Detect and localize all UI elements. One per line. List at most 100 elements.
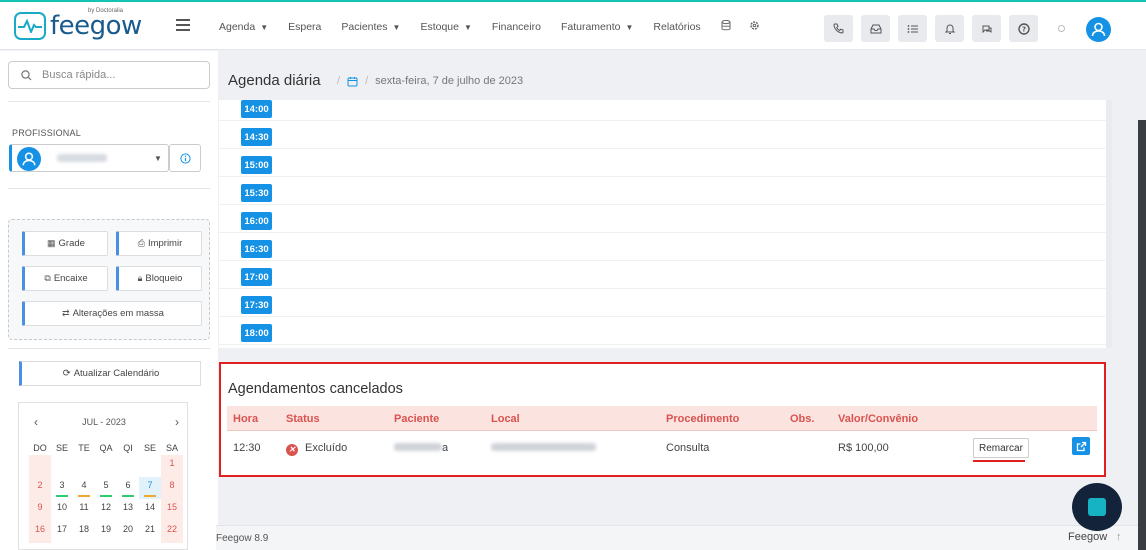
calendar-day-today[interactable]: 7 bbox=[139, 477, 161, 499]
row-hora: 12:30 bbox=[233, 442, 261, 454]
page-title: Agenda diária bbox=[228, 72, 321, 89]
column-hora: Hora bbox=[233, 413, 259, 425]
row-status: ✕ Excluído bbox=[286, 442, 347, 456]
time-slot-label: 14:00 bbox=[241, 100, 272, 118]
calendar-day[interactable]: 5 bbox=[95, 477, 117, 499]
widget-icon bbox=[1088, 498, 1106, 516]
calendar-day[interactable]: 3 bbox=[51, 477, 73, 499]
encaixe-button[interactable]: ⧉ Encaixe bbox=[22, 266, 108, 291]
time-slot-label: 16:30 bbox=[241, 240, 272, 258]
external-link-icon[interactable] bbox=[1072, 437, 1090, 455]
time-slot-label: 17:30 bbox=[241, 296, 272, 314]
mini-calendar: ‹ JUL - 2023 › DO SE TE QA QI SE SA 1 2 … bbox=[18, 402, 188, 550]
nav-relatorios[interactable]: Relatórios bbox=[653, 20, 700, 34]
heartbeat-icon bbox=[14, 12, 46, 40]
calendar-day[interactable]: 18 bbox=[73, 521, 95, 543]
time-slot-label: 18:00 bbox=[241, 324, 272, 342]
phone-icon[interactable] bbox=[824, 15, 853, 42]
calendar-day[interactable]: 20 bbox=[117, 521, 139, 543]
calendar-day[interactable]: 9 bbox=[29, 499, 51, 521]
calendar-day[interactable]: 19 bbox=[95, 521, 117, 543]
top-navbar: feegow by Doctoralia Agenda ▼ Espera Paci… bbox=[0, 2, 1146, 50]
weekday-label: SE bbox=[55, 443, 68, 453]
agenda-timeline: 14:00 14:30 15:00 15:30 16:00 16:30 17:0… bbox=[219, 100, 1112, 348]
row-paciente[interactable]: a bbox=[394, 442, 448, 454]
imprimir-button[interactable]: ⎙ Imprimir bbox=[116, 231, 202, 256]
time-slot[interactable]: 15:30 bbox=[219, 177, 1106, 205]
help-icon[interactable]: ? bbox=[1009, 15, 1038, 42]
nav-agenda[interactable]: Agenda ▼ bbox=[219, 20, 268, 34]
bloqueio-button[interactable]: 🔒︎ Bloqueio bbox=[116, 266, 202, 291]
gear-icon[interactable] bbox=[749, 20, 760, 34]
time-slot[interactable]: 16:30 bbox=[219, 233, 1106, 261]
nav-espera[interactable]: Espera bbox=[288, 20, 321, 34]
time-slot[interactable]: 14:30 bbox=[219, 121, 1106, 149]
calendar-day bbox=[29, 455, 51, 477]
calendar-day[interactable]: 21 bbox=[139, 521, 161, 543]
time-slot[interactable]: 14:00 bbox=[219, 100, 1106, 121]
nav-estoque[interactable]: Estoque ▼ bbox=[420, 20, 471, 34]
menu-toggle-icon[interactable] bbox=[176, 19, 190, 34]
info-icon[interactable] bbox=[169, 144, 201, 172]
user-avatar[interactable] bbox=[1086, 17, 1111, 42]
calendar-day[interactable]: 4 bbox=[73, 477, 95, 499]
feegow-logo[interactable]: feegow by Doctoralia bbox=[14, 8, 142, 40]
agenda-scrollbar[interactable] bbox=[1106, 100, 1112, 348]
nav-pacientes[interactable]: Pacientes ▼ bbox=[341, 20, 400, 34]
column-procedimento: Procedimento bbox=[666, 413, 740, 425]
inbox-icon[interactable] bbox=[861, 15, 890, 42]
calendar-day[interactable]: 17 bbox=[51, 521, 73, 543]
nav-financeiro[interactable]: Financeiro bbox=[492, 20, 541, 34]
calendar-day[interactable]: 6 bbox=[117, 477, 139, 499]
weekday-label: QA bbox=[99, 443, 113, 453]
professional-avatar bbox=[17, 147, 41, 171]
list-icon[interactable] bbox=[898, 15, 927, 42]
calendar-day bbox=[73, 455, 95, 477]
search-icon bbox=[21, 69, 32, 80]
search-input[interactable]: Busca rápida... bbox=[8, 61, 210, 89]
lock-icon: 🔒︎ bbox=[137, 273, 143, 283]
time-slot-label: 14:30 bbox=[241, 128, 272, 146]
calendar-day[interactable]: 10 bbox=[51, 499, 73, 521]
nav-faturamento[interactable]: Faturamento ▼ bbox=[561, 20, 633, 34]
printer-icon: ⎙ bbox=[137, 238, 145, 248]
chat-widget-button[interactable] bbox=[1072, 483, 1122, 531]
chevron-down-icon: ▼ bbox=[392, 22, 401, 32]
alteracoes-em-massa-button[interactable]: ⇄ Alterações em massa bbox=[22, 301, 202, 326]
atualizar-calendario-button[interactable]: ⟳ Atualizar Calendário bbox=[19, 361, 201, 386]
profissional-select[interactable]: ▼ bbox=[9, 144, 169, 172]
grade-button[interactable]: ▦ Grade bbox=[22, 231, 108, 256]
calendar-day[interactable]: 12 bbox=[95, 499, 117, 521]
bell-icon[interactable] bbox=[935, 15, 964, 42]
location-redacted bbox=[491, 443, 596, 451]
calendar-day[interactable]: 8 bbox=[161, 477, 183, 499]
chevron-down-icon: ▼ bbox=[625, 22, 634, 32]
time-slot[interactable]: 17:30 bbox=[219, 289, 1106, 317]
calendar-day[interactable]: 15 bbox=[161, 499, 183, 521]
chat-icon[interactable] bbox=[972, 15, 1001, 42]
time-slot[interactable]: 16:00 bbox=[219, 205, 1106, 233]
time-slot[interactable]: 17:00 bbox=[219, 261, 1106, 289]
calendar-day[interactable]: 22 bbox=[161, 521, 183, 543]
arrow-up-icon[interactable]: ↑ bbox=[1116, 531, 1122, 543]
time-slot[interactable]: 18:00 bbox=[219, 317, 1106, 345]
calendar-day[interactable]: 14 bbox=[139, 499, 161, 521]
chevron-right-icon[interactable]: › bbox=[175, 415, 179, 429]
search-placeholder: Busca rápida... bbox=[42, 69, 116, 81]
calendar-day[interactable]: 1 bbox=[161, 455, 183, 477]
database-icon[interactable] bbox=[721, 19, 731, 34]
row-local bbox=[491, 442, 596, 454]
calendar-day[interactable]: 16 bbox=[29, 521, 51, 543]
sidebar: Busca rápida... PROFISSIONAL ▼ ▦ Grade ⎙ I… bbox=[0, 51, 218, 550]
cancelled-heading: Agendamentos cancelados bbox=[228, 381, 403, 397]
column-paciente: Paciente bbox=[394, 413, 440, 425]
time-slot[interactable]: 15:00 bbox=[219, 149, 1106, 177]
calendar-day[interactable]: 13 bbox=[117, 499, 139, 521]
calendar-day[interactable]: 2 bbox=[29, 477, 51, 499]
remarcar-highlight-underline bbox=[973, 460, 1025, 462]
remarcar-button[interactable]: Remarcar bbox=[973, 438, 1029, 458]
weekday-label: SA bbox=[165, 443, 178, 453]
version-label: Feegow 8.9 bbox=[216, 533, 269, 544]
calendar-day[interactable]: 11 bbox=[73, 499, 95, 521]
calendar-grid: DO SE TE QA QI SE SA 1 2 3 4 5 6 7 8 9 1… bbox=[29, 441, 183, 543]
